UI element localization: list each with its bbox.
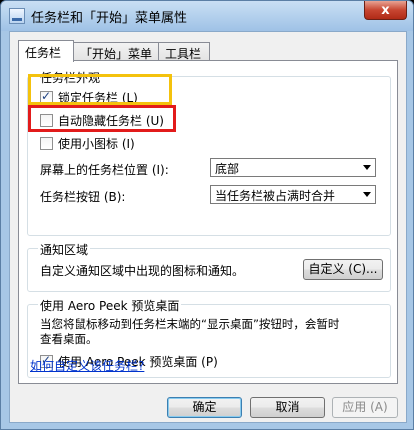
small-icons-label: 使用小图标 (I) (58, 137, 135, 151)
apply-button[interactable]: 应用 (A) (332, 397, 398, 418)
notification-group: 通知区域 自定义通知区域中出现的图标和通知。 自定义 (C)... (27, 241, 391, 292)
close-button[interactable]: x (364, 1, 407, 20)
lock-taskbar-checkbox[interactable] (40, 89, 53, 104)
location-select[interactable]: 底部 (210, 158, 376, 177)
title-bar[interactable]: 任务栏和「开始」菜单属性 x (1, 1, 413, 31)
lock-taskbar-label: 锁定任务栏 (L) (58, 91, 138, 105)
notification-description: 自定义通知区域中出现的图标和通知。 (40, 264, 245, 278)
small-icons-row[interactable]: 使用小图标 (I) (40, 135, 135, 152)
aero-peek-group-label: 使用 Aero Peek 预览桌面 (38, 297, 182, 314)
buttons-select-value: 当任务栏被占满时合并 (215, 189, 336, 203)
auto-hide-checkbox[interactable] (40, 114, 53, 127)
taskbar-tab-panel: 任务栏外观 锁定任务栏 (L) 自动隐藏任务栏 (U) 使用小图标 (I) 屏幕… (18, 60, 398, 384)
notification-group-label: 通知区域 (38, 241, 91, 258)
customize-button[interactable]: 自定义 (C)... (303, 259, 383, 280)
auto-hide-label: 自动隐藏任务栏 (U) (58, 114, 164, 128)
taskbar-app-icon (9, 8, 25, 24)
lock-taskbar-row[interactable]: 锁定任务栏 (L) (40, 89, 138, 106)
appearance-group-label: 任务栏外观 (38, 69, 103, 86)
help-link[interactable]: 如何自定义该任务栏? (30, 357, 144, 374)
chevron-down-icon (363, 165, 371, 170)
auto-hide-row[interactable]: 自动隐藏任务栏 (U) (40, 112, 164, 129)
tab-toolbars[interactable]: 工具栏 (158, 42, 210, 61)
tab-taskbar[interactable]: 任务栏 (18, 40, 74, 62)
window-title: 任务栏和「开始」菜单属性 (31, 11, 188, 26)
properties-window: 任务栏和「开始」菜单属性 x 任务栏 「开始」菜单 工具栏 任务栏外观 锁定任务… (0, 0, 414, 430)
small-icons-checkbox[interactable] (40, 137, 53, 150)
location-label: 屏幕上的任务栏位置 (I): (40, 163, 169, 177)
tab-start-menu[interactable]: 「开始」菜单 (73, 42, 159, 61)
aero-peek-description-line2: 查看桌面。 (40, 332, 98, 346)
ok-button[interactable]: 确定 (167, 397, 242, 418)
dialog-client-area: 任务栏 「开始」菜单 工具栏 任务栏外观 锁定任务栏 (L) 自动隐藏任务栏 (… (9, 31, 407, 423)
buttons-label: 任务栏按钮 (B): (40, 190, 126, 204)
aero-peek-description-line1: 当您将鼠标移动到任务栏末端的“显示桌面”按钮时，会暂时 (40, 317, 340, 331)
chevron-down-icon (363, 192, 371, 197)
appearance-group: 任务栏外观 锁定任务栏 (L) 自动隐藏任务栏 (U) 使用小图标 (I) 屏幕… (27, 69, 391, 236)
location-select-value: 底部 (215, 162, 240, 176)
cancel-button[interactable]: 取消 (250, 397, 325, 418)
buttons-select[interactable]: 当任务栏被占满时合并 (210, 185, 376, 204)
